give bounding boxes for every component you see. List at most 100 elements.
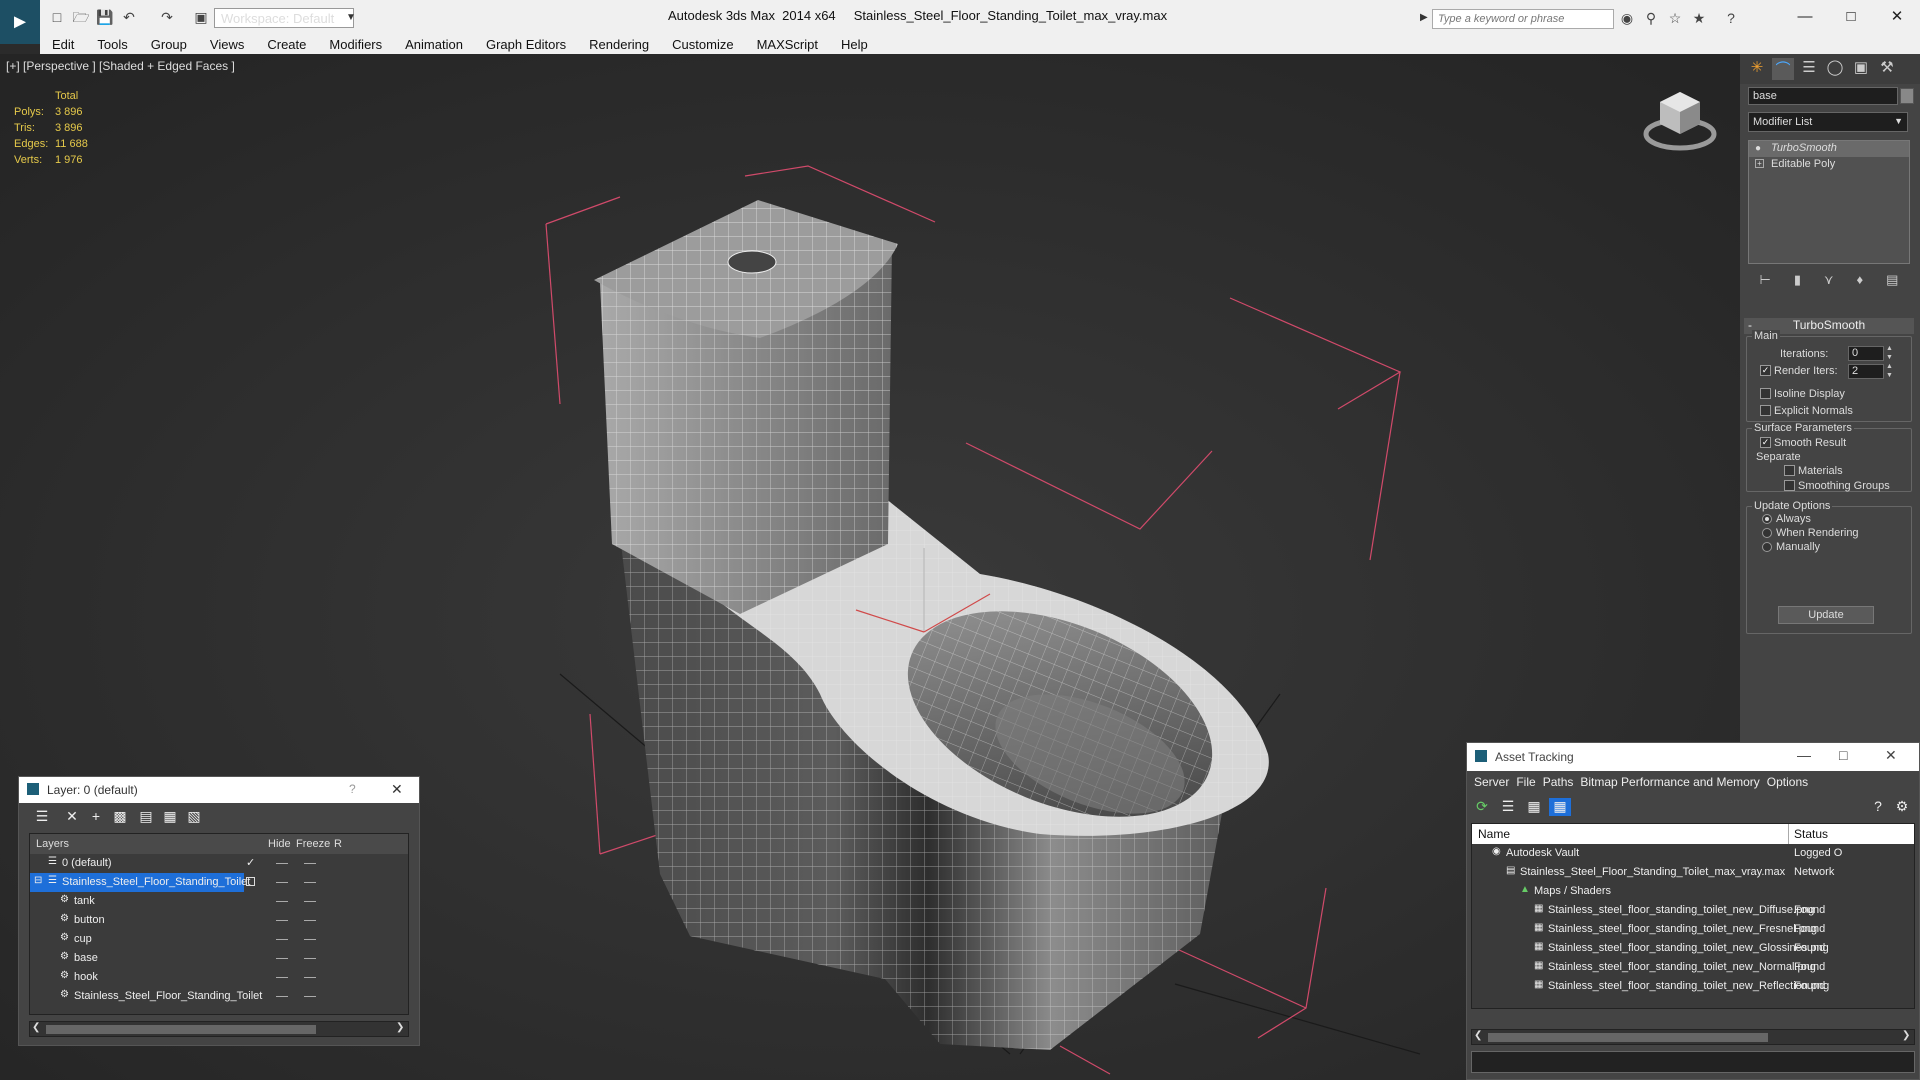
minimize-icon[interactable]: —: [1790, 6, 1820, 28]
scroll-right-icon[interactable]: ❯: [1902, 1030, 1910, 1041]
viewcube-icon[interactable]: [1640, 84, 1720, 154]
status-column-header[interactable]: Status: [1794, 827, 1828, 841]
redo-icon[interactable]: ↷: [158, 8, 176, 26]
workspace-dropdown[interactable]: Workspace: Default: [214, 8, 354, 28]
menu-modifiers[interactable]: Modifiers: [329, 37, 382, 52]
highlight-layer-icon[interactable]: ▦: [159, 808, 181, 826]
menu-maxscript[interactable]: MAXScript: [757, 37, 818, 52]
hide-toggle[interactable]: [276, 920, 288, 921]
asset-path-field[interactable]: [1471, 1051, 1915, 1073]
configure-modifier-sets-icon[interactable]: ▤: [1886, 272, 1898, 294]
maximize-icon[interactable]: □: [1836, 6, 1866, 28]
asset-row[interactable]: ▦ Stainless_steel_floor_standing_toilet_…: [1472, 958, 1914, 977]
viewport-label[interactable]: [+] [Perspective ] [Shaded + Edged Faces…: [6, 59, 235, 73]
asset-row[interactable]: ◉ Autodesk Vault Logged O: [1472, 844, 1914, 863]
menu-tools[interactable]: Tools: [97, 37, 127, 52]
subscription-icon[interactable]: ⚲: [1642, 10, 1660, 28]
current-layer-check-icon[interactable]: ✓: [246, 856, 255, 869]
help-icon[interactable]: ?: [1722, 10, 1740, 28]
layer-horizontal-scrollbar[interactable]: ❮ ❯: [29, 1021, 409, 1037]
modifier-stack[interactable]: ● TurboSmooth + Editable Poly: [1748, 140, 1910, 264]
hide-toggle[interactable]: [276, 901, 288, 902]
show-end-result-icon[interactable]: ▮: [1794, 272, 1801, 294]
select-objects-icon[interactable]: ▤: [135, 808, 157, 826]
menu-file[interactable]: File: [1516, 775, 1535, 789]
manually-radio[interactable]: [1762, 542, 1772, 552]
freeze-toggle[interactable]: [304, 901, 316, 902]
scroll-right-icon[interactable]: ❯: [396, 1022, 404, 1033]
menu-views[interactable]: Views: [210, 37, 244, 52]
menu-customize[interactable]: Customize: [672, 37, 733, 52]
menu-bitmap-performance[interactable]: Bitmap Performance and Memory: [1580, 775, 1759, 789]
scroll-left-icon[interactable]: ❮: [1474, 1030, 1482, 1041]
open-file-icon[interactable]: 🗁: [72, 8, 90, 26]
hide-toggle[interactable]: [276, 958, 288, 959]
menu-paths[interactable]: Paths: [1543, 775, 1574, 789]
always-radio[interactable]: [1762, 514, 1772, 524]
freeze-toggle[interactable]: [304, 863, 316, 864]
settings-icon[interactable]: ⚙: [1891, 798, 1913, 816]
freeze-toggle[interactable]: [304, 882, 316, 883]
remove-modifier-icon[interactable]: ♦: [1857, 272, 1864, 294]
asset-row[interactable]: ▦ Stainless_steel_floor_standing_toilet_…: [1472, 920, 1914, 939]
hide-toggle[interactable]: [276, 977, 288, 978]
layer-dialog-titlebar[interactable]: Layer: 0 (default) ? ✕: [19, 777, 419, 803]
menu-create[interactable]: Create: [267, 37, 306, 52]
spinner-arrows-icon[interactable]: ▲ ▼: [1886, 362, 1893, 380]
pin-stack-icon[interactable]: ⊢: [1760, 272, 1771, 294]
search-expand-icon[interactable]: ▶: [1420, 12, 1428, 23]
object-row[interactable]: ⚙ tank: [30, 892, 408, 911]
asset-horizontal-scrollbar[interactable]: ❮ ❯: [1471, 1029, 1915, 1045]
freeze-toggle[interactable]: [304, 920, 316, 921]
when-rendering-radio[interactable]: [1762, 528, 1772, 538]
delete-layer-icon[interactable]: ✕: [61, 808, 83, 826]
object-row[interactable]: ⚙ base: [30, 949, 408, 968]
asset-list[interactable]: Name Status ◉ Autodesk Vault Logged O ▤ …: [1471, 823, 1915, 1009]
menu-options[interactable]: Options: [1767, 775, 1808, 789]
asset-row[interactable]: ▲ Maps / Shaders: [1472, 882, 1914, 901]
spinner-arrows-icon[interactable]: ▲ ▼: [1886, 344, 1893, 362]
hide-all-icon[interactable]: ▧: [183, 808, 205, 826]
object-row[interactable]: ⚙ Stainless_Steel_Floor_Standing_Toilet: [30, 987, 408, 1006]
asset-tracking-titlebar[interactable]: Asset Tracking — □ ✕: [1467, 743, 1919, 771]
new-file-icon[interactable]: □: [48, 8, 66, 26]
object-row[interactable]: ⚙ button: [30, 911, 408, 930]
freeze-toggle[interactable]: [304, 996, 316, 997]
undo-icon[interactable]: ↶: [120, 8, 138, 26]
create-tab-icon[interactable]: ✳: [1746, 58, 1768, 80]
menu-edit[interactable]: Edit: [52, 37, 74, 52]
make-unique-icon[interactable]: ⋎: [1824, 272, 1834, 294]
asset-row[interactable]: ▤ Stainless_Steel_Floor_Standing_Toilet_…: [1472, 863, 1914, 882]
hide-toggle[interactable]: [276, 996, 288, 997]
asset-row[interactable]: ▦ Stainless_steel_floor_standing_toilet_…: [1472, 939, 1914, 958]
table-view-icon[interactable]: ▦: [1523, 798, 1545, 816]
scrollbar-thumb[interactable]: [1488, 1033, 1768, 1042]
layer-row[interactable]: ☰ 0 (default) ✓: [30, 854, 408, 873]
grid-view-icon[interactable]: ▦: [1549, 798, 1571, 816]
layer-manager-icon[interactable]: ☰: [31, 808, 53, 826]
menu-help[interactable]: Help: [841, 37, 868, 52]
save-file-icon[interactable]: 💾: [96, 8, 114, 26]
modifier-list-dropdown[interactable]: Modifier List ▼: [1748, 112, 1908, 132]
menu-server[interactable]: Server: [1474, 775, 1509, 789]
object-name-field[interactable]: base: [1748, 87, 1898, 105]
close-icon[interactable]: ✕: [1882, 6, 1912, 28]
current-layer-box[interactable]: [246, 877, 255, 886]
asset-row[interactable]: ▦ Stainless_steel_floor_standing_toilet_…: [1472, 977, 1914, 996]
add-to-layer-icon[interactable]: ▩: [109, 808, 131, 826]
layers-column-header[interactable]: Layers: [36, 838, 69, 850]
app-logo-icon[interactable]: ►: [0, 0, 40, 44]
hide-column-header[interactable]: Hide: [268, 838, 291, 850]
iterations-spinner[interactable]: 0: [1848, 346, 1884, 361]
help-icon[interactable]: ?: [1867, 798, 1889, 816]
freeze-toggle[interactable]: [304, 958, 316, 959]
binoculars-icon[interactable]: ◉: [1618, 10, 1636, 28]
modify-tab-icon[interactable]: ⌒: [1772, 58, 1794, 80]
scrollbar-thumb[interactable]: [46, 1025, 316, 1034]
close-icon[interactable]: ✕: [1885, 747, 1897, 764]
update-button[interactable]: Update: [1778, 606, 1874, 624]
object-row[interactable]: ⚙ cup: [30, 930, 408, 949]
hide-toggle[interactable]: [276, 882, 288, 883]
column-divider[interactable]: [1788, 824, 1789, 844]
utilities-tab-icon[interactable]: ⚒: [1876, 58, 1898, 80]
